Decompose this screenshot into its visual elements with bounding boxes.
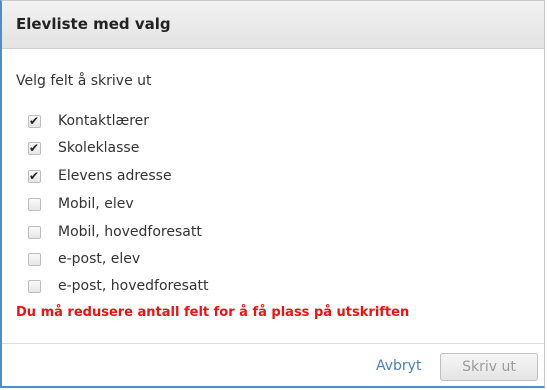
checkbox-epost-elev[interactable] bbox=[28, 252, 41, 266]
option-mobil-elev[interactable]: Mobil, elev bbox=[28, 193, 134, 215]
checkmark-icon: ✔ bbox=[29, 113, 40, 128]
option-label: Mobil, hovedforesatt bbox=[58, 224, 202, 240]
checkbox-mobil-elev[interactable] bbox=[28, 197, 41, 211]
dialog-subtitle: Velg felt å skrive ut bbox=[16, 73, 152, 89]
option-label: Skoleklasse bbox=[58, 140, 140, 156]
option-label: Elevens adresse bbox=[58, 168, 172, 184]
checkmark-icon: ✔ bbox=[29, 168, 40, 183]
checkbox-skoleklasse[interactable]: ✔ bbox=[28, 140, 41, 155]
option-label: Kontaktlærer bbox=[58, 113, 150, 129]
option-label: e-post, hovedforesatt bbox=[58, 278, 209, 294]
option-kontaktlaerer[interactable]: ✔ Kontaktlærer bbox=[28, 110, 149, 132]
checkbox-epost-hovedforesatt[interactable] bbox=[28, 279, 41, 293]
warning-message: Du må redusere antall felt for å få plas… bbox=[16, 305, 410, 320]
checkbox-mobil-hovedforesatt[interactable] bbox=[28, 225, 41, 239]
print-options-dialog: Elevliste med valg Velg felt å skrive ut… bbox=[0, 0, 545, 388]
option-elevens-adresse[interactable]: ✔ Elevens adresse bbox=[28, 165, 172, 187]
option-label: Mobil, elev bbox=[58, 196, 134, 212]
option-label: e-post, elev bbox=[58, 251, 141, 267]
option-epost-elev[interactable]: e-post, elev bbox=[28, 248, 140, 270]
dialog-header: Elevliste med valg bbox=[2, 1, 544, 49]
checkbox-elevens-adresse[interactable]: ✔ bbox=[28, 168, 41, 183]
checkmark-icon: ✔ bbox=[29, 140, 40, 155]
option-epost-hovedforesatt[interactable]: e-post, hovedforesatt bbox=[28, 275, 208, 297]
print-button[interactable]: Skriv ut bbox=[440, 353, 538, 381]
dialog-title: Elevliste med valg bbox=[16, 15, 171, 33]
checkbox-kontaktlaerer[interactable]: ✔ bbox=[28, 113, 41, 128]
cancel-link[interactable]: Avbryt bbox=[376, 358, 421, 374]
option-skoleklasse[interactable]: ✔ Skoleklasse bbox=[28, 137, 139, 159]
dialog-footer: Avbryt Skriv ut bbox=[2, 343, 544, 387]
option-mobil-hovedforesatt[interactable]: Mobil, hovedforesatt bbox=[28, 221, 202, 243]
